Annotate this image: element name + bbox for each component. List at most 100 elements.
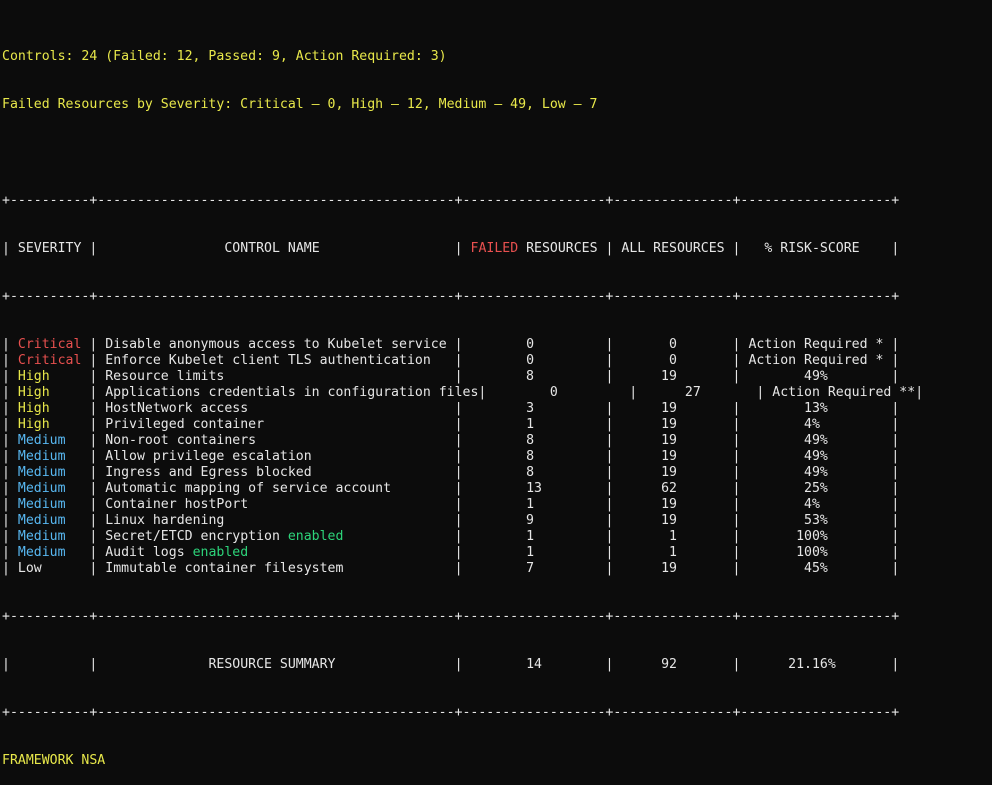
failed-resources-cell: 8 (526, 465, 535, 480)
control-name-cell: Ingress and Egress blocked (105, 465, 312, 480)
table-border-summary: +----------+----------------------------… (2, 609, 900, 624)
table-row: | Medium | Automatic mapping of service … (2, 481, 900, 496)
summary-failed-resources: 14 (526, 657, 542, 672)
header-control-name: CONTROL NAME (224, 241, 320, 256)
header-risk-score: % RISK-SCORE (764, 241, 860, 256)
header-all-resources: ALL RESOURCES (621, 241, 725, 256)
risk-score-cell: 53% (804, 513, 828, 528)
table-row: | Medium | Linux hardening | 9 | 19 | 53… (2, 513, 900, 528)
table-border-bottom: +----------+----------------------------… (2, 705, 900, 720)
severity-cell: High (17, 385, 50, 400)
failed-resources-cell: 1 (526, 529, 535, 544)
severity-cell: Medium (17, 513, 66, 528)
all-resources-cell: 0 (669, 353, 677, 368)
severity-summary-line: Failed Resources by Severity: Critical —… (2, 97, 598, 112)
risk-score-cell: Action Required * (748, 337, 884, 352)
control-name-cell: Disable anonymous access to Kubelet serv… (105, 337, 447, 352)
summary-risk-score: 21.16% (788, 657, 836, 672)
risk-score-cell: 49% (804, 433, 828, 448)
control-name-cell: Non-root containers (105, 433, 257, 448)
control-name-cell: Linux hardening (105, 513, 225, 528)
severity-cell: Medium (17, 433, 66, 448)
risk-score-cell: 49% (804, 369, 828, 384)
control-name-cell: Enforce Kubelet client TLS authenticatio… (105, 353, 431, 368)
all-resources-cell: 19 (661, 465, 677, 480)
severity-cell: Medium (17, 497, 66, 512)
risk-score-cell: Action Required * (748, 353, 884, 368)
failed-resources-cell: 1 (526, 497, 535, 512)
severity-cell: Medium (17, 465, 66, 480)
control-name-cell: Resource limits (105, 369, 225, 384)
all-resources-cell: 19 (661, 513, 677, 528)
failed-resources-cell: 8 (526, 449, 535, 464)
failed-resources-cell: 13 (526, 481, 542, 496)
summary-row: | | RESOURCE SUMMARY | 14 | 92 | 21.16% … (2, 657, 900, 672)
risk-score-cell: 49% (804, 449, 828, 464)
severity-cell: High (17, 369, 50, 384)
all-resources-cell: 19 (661, 433, 677, 448)
all-resources-cell: 19 (661, 497, 677, 512)
table-row: | High | Resource limits | 8 | 19 | 49% … (2, 369, 900, 384)
all-resources-cell: 27 (684, 385, 701, 400)
all-resources-cell: 19 (661, 417, 677, 432)
control-status-enabled: enabled (287, 529, 344, 544)
table-row: | Critical | Enforce Kubelet client TLS … (2, 353, 900, 368)
header-failed-word: FAILED (470, 241, 519, 256)
severity-cell: High (17, 417, 50, 432)
control-name-cell: Applications credentials in configuratio… (105, 385, 479, 400)
severity-cell: Critical (17, 337, 82, 352)
risk-score-cell: 13% (804, 401, 828, 416)
risk-score-cell: 4% (804, 497, 820, 512)
table-row: | Medium | Container hostPort | 1 | 19 |… (2, 497, 900, 512)
control-name-cell: Audit logs (105, 545, 185, 560)
risk-score-cell: 45% (804, 561, 828, 576)
risk-score-cell: 49% (804, 465, 828, 480)
control-name-cell: Immutable container filesystem (105, 561, 344, 576)
risk-score-cell: 100% (796, 545, 828, 560)
table-row: | Medium | Audit logs enabled | 1 | 1 | … (2, 545, 900, 560)
framework-label: FRAMEWORK NSA (2, 753, 106, 768)
severity-cell: Medium (17, 545, 66, 560)
summary-label: RESOURCE SUMMARY (208, 657, 336, 672)
header-severity: SEVERITY (17, 241, 82, 256)
failed-resources-cell: 7 (526, 561, 535, 576)
severity-cell: Low (17, 561, 42, 576)
failed-resources-cell: 0 (526, 353, 535, 368)
control-name-cell: HostNetwork access (105, 401, 249, 416)
table-row: | Medium | Non-root containers | 8 | 19 … (2, 433, 900, 448)
table-row: | Low | Immutable container filesystem |… (2, 561, 900, 576)
control-name-cell: Automatic mapping of service account (105, 481, 392, 496)
table-border-header: +----------+----------------------------… (2, 289, 900, 304)
failed-resources-cell: 3 (526, 401, 535, 416)
all-resources-cell: 0 (669, 337, 677, 352)
all-resources-cell: 19 (661, 369, 677, 384)
severity-cell: Critical (17, 353, 82, 368)
control-name-cell: Allow privilege escalation (105, 449, 312, 464)
terminal-output: Controls: 24 (Failed: 12, Passed: 9, Act… (2, 17, 923, 785)
all-resources-cell: 1 (669, 529, 677, 544)
table-row: | High | Applications credentials in con… (2, 385, 924, 400)
failed-resources-cell: 8 (526, 369, 534, 384)
failed-resources-cell: 0 (549, 385, 558, 400)
control-name-cell: Container hostPort (105, 497, 249, 512)
table-row: | Medium | Allow privilege escalation | … (2, 449, 900, 464)
severity-cell: Medium (17, 481, 66, 496)
control-name-cell: Privileged container (105, 417, 265, 432)
header-failed-resources: RESOURCES (526, 241, 598, 256)
summary-all-resources: 92 (661, 657, 677, 672)
controls-summary-line: Controls: 24 (Failed: 12, Passed: 9, Act… (2, 49, 447, 64)
severity-cell: High (17, 401, 50, 416)
table-row: | High | HostNetwork access | 3 | 19 | 1… (2, 401, 900, 416)
table-border-top: +----------+----------------------------… (2, 193, 900, 208)
table-row: | Critical | Disable anonymous access to… (2, 337, 900, 352)
table-row: | Medium | Secret/ETCD encryption enable… (2, 529, 900, 544)
control-status-enabled: enabled (192, 545, 249, 560)
failed-resources-cell: 0 (526, 337, 535, 352)
all-resources-cell: 1 (669, 545, 677, 560)
table-body: | Critical | Disable anonymous access to… (2, 337, 923, 577)
all-resources-cell: 19 (661, 561, 677, 576)
all-resources-cell: 19 (661, 449, 677, 464)
severity-cell: Medium (17, 529, 66, 544)
all-resources-cell: 62 (661, 481, 677, 496)
